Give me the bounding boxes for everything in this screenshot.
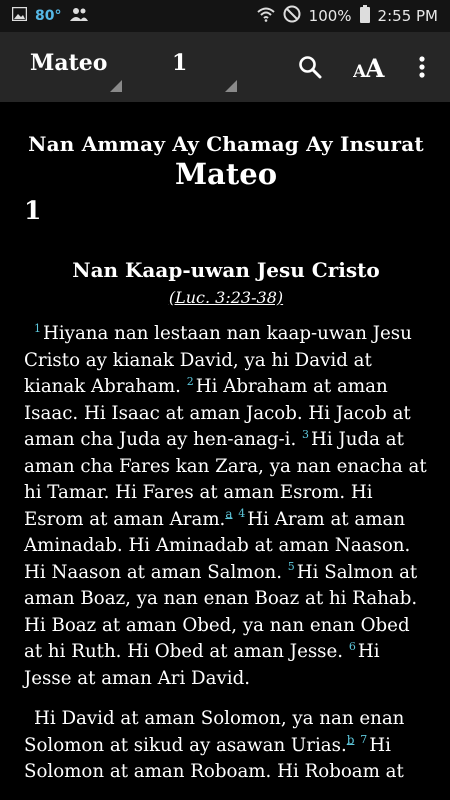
verse-number[interactable]: 1 (34, 322, 41, 335)
verse-number[interactable]: 6 (349, 640, 356, 653)
section-reference-link[interactable]: (Luc. 3:23-38) (169, 288, 283, 307)
search-icon[interactable] (293, 50, 327, 84)
book-selector[interactable]: Mateo (30, 50, 107, 76)
verse-number[interactable]: 5 (288, 560, 295, 573)
image-icon (11, 6, 28, 25)
chapter-selector[interactable]: 1 (172, 50, 187, 76)
battery-icon (359, 5, 370, 27)
chapter-number: 1 (24, 196, 42, 225)
battery-percent: 100% (308, 7, 352, 25)
book-title: Mateo (174, 157, 278, 191)
svg-text:A: A (364, 55, 385, 79)
wifi-icon (256, 6, 275, 26)
temperature: 80° (35, 8, 62, 24)
paragraph-2: Hi David at aman Solomon, ya nan enan So… (24, 706, 428, 786)
more-options-icon[interactable] (405, 50, 439, 84)
text-size-icon[interactable]: AA (352, 50, 386, 84)
paragraph-1: 1 Hiyana nan lestaan nan kaap-uwan Jesu C… (24, 321, 428, 692)
verse-number[interactable]: 7 (360, 733, 367, 746)
footnote-link[interactable]: b (347, 732, 355, 746)
app-toolbar: Mateo 1 AA (0, 32, 450, 102)
book-header: Nan Ammay Ay Chamag Ay Insurat (28, 132, 424, 156)
reading-pane: Nan Ammay Ay Chamag Ay Insurat Mateo 1 N… (0, 132, 450, 786)
section-title: Nan Kaap-uwan Jesu Cristo (72, 258, 380, 282)
verse-number[interactable]: 2 (187, 375, 194, 388)
verse-number[interactable]: 4 (238, 507, 245, 520)
footnote-link[interactable]: a (225, 506, 232, 520)
status-bar: 80° 100% 2:55 PM (0, 0, 450, 32)
chapter-dropdown-icon[interactable] (225, 80, 237, 92)
section-reference[interactable]: (Luc. 3:23-38) (24, 288, 428, 307)
do-not-disturb-icon (283, 5, 301, 27)
people-icon (69, 7, 89, 25)
clock: 2:55 PM (377, 7, 438, 25)
book-dropdown-icon[interactable] (110, 80, 122, 92)
verse-number[interactable]: 3 (302, 428, 309, 441)
